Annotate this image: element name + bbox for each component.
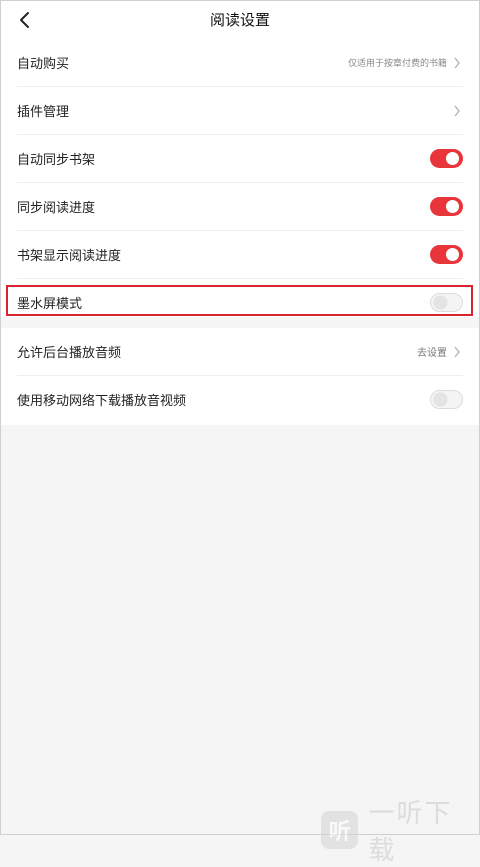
watermark: 听 一听下载 [321,793,479,867]
watermark-logo-icon: 听 [321,811,359,849]
row-label: 使用移动网络下载播放音视频 [17,394,187,409]
mobile-network-download-row: 使用移动网络下载播放音视频 [17,376,463,423]
row-label: 插件管理 [17,105,70,120]
shelf-show-progress-row: 书架显示阅读进度 [17,231,463,279]
settings-group-reading: 自动购买 仅适用于按章付费的书籍 插件管理 自动同步书架 同步阅读进度 书架显示… [1,39,479,317]
toggle-knob [446,200,459,213]
go-settings-hint: 去设置 [417,348,447,359]
mobile-network-download-toggle[interactable] [430,390,463,409]
auto-purchase-hint: 仅适用于按章付费的书籍 [347,59,447,69]
row-label: 允许后台播放音频 [17,346,122,361]
auto-purchase-row[interactable]: 自动购买 仅适用于按章付费的书籍 [17,39,463,87]
eink-mode-highlight-box [6,285,473,316]
background-audio-row[interactable]: 允许后台播放音频 去设置 [17,328,463,376]
row-label: 书架显示阅读进度 [17,249,122,264]
toggle-knob [434,393,447,406]
chevron-right-icon [454,105,460,116]
row-label: 自动购买 [17,57,70,72]
toggle-knob [446,248,459,261]
row-label: 同步阅读进度 [17,201,96,216]
chevron-right-icon [454,346,460,357]
header-bar: 阅读设置 [1,1,479,39]
auto-sync-shelf-toggle[interactable] [430,149,463,168]
shelf-show-progress-toggle[interactable] [430,245,463,264]
chevron-right-icon [454,57,460,68]
settings-group-audio: 允许后台播放音频 去设置 使用移动网络下载播放音视频 [1,328,479,425]
auto-sync-shelf-row: 自动同步书架 [17,135,463,183]
sync-reading-progress-row: 同步阅读进度 [17,183,463,231]
page-title: 阅读设置 [209,11,270,29]
sync-reading-progress-toggle[interactable] [430,197,463,216]
watermark-text: 一听下载 [368,799,453,866]
row-label: 自动同步书架 [17,153,96,168]
toggle-knob [446,152,459,165]
plugin-management-row[interactable]: 插件管理 [17,87,463,135]
